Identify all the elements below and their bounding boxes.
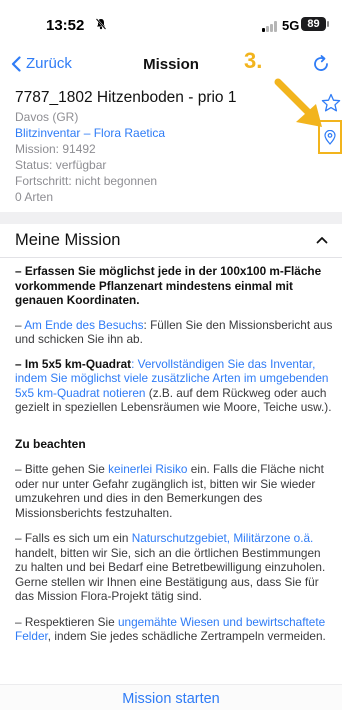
bell-slash-icon <box>95 18 107 33</box>
mission-id: Mission: 91492 <box>15 142 96 156</box>
project-link[interactable]: Blitzinventar – Flora Raetica <box>15 125 305 141</box>
mission-header: 7787_1802 Hitzenboden - prio 1 Davos (GR… <box>15 88 305 205</box>
species-count: 0 Arten <box>15 190 54 204</box>
map-pin-button[interactable] <box>318 120 342 154</box>
risk-link[interactable]: keinerlei Risiko <box>108 462 187 476</box>
status-bar: 13:52 5G 89 <box>0 0 342 46</box>
note-item: – Bitte gehen Sie keinerlei Risiko ein. … <box>15 462 324 520</box>
star-icon[interactable] <box>321 93 341 113</box>
map-pin-icon <box>324 130 336 145</box>
network-type: 5G <box>282 18 300 33</box>
mission-instructions: – Erfassen Sie möglichst jede in der 100… <box>15 264 333 655</box>
section-header-meine-mission[interactable]: Meine Mission <box>0 224 342 258</box>
chevron-up-icon <box>316 237 328 244</box>
signal-icon <box>262 21 278 32</box>
bottom-action-bar: Mission starten <box>0 684 342 710</box>
notes-heading: Zu beachten <box>15 436 86 451</box>
instruction-item: – Am Ende des Besuchs: Füllen Sie den Mi… <box>15 317 333 347</box>
note-item: – Respektieren Sie ungemähte Wiesen und … <box>15 614 326 644</box>
protected-area-link[interactable]: Naturschutzgebiet, Militärzone o.ä. <box>132 531 314 545</box>
mission-title: 7787_1802 Hitzenboden - prio 1 <box>15 89 237 106</box>
start-mission-button[interactable]: Mission starten <box>0 691 342 707</box>
instruction-item: – Erfassen Sie möglichst jede in der 100… <box>15 264 322 307</box>
note-item: – Falls es sich um ein Naturschutzgebiet… <box>15 531 326 603</box>
instruction-item: – Im 5x5 km-Quadrat: Vervollständigen Si… <box>15 356 332 415</box>
section-title: Meine Mission <box>15 231 121 249</box>
status-time: 13:52 <box>46 17 85 34</box>
end-of-visit-link[interactable]: Am Ende des Besuchs <box>24 318 143 332</box>
battery-icon: 89 <box>301 17 326 31</box>
mission-location: Davos (GR) <box>15 110 79 124</box>
mission-progress: Fortschritt: nicht begonnen <box>15 174 158 188</box>
section-divider <box>0 212 342 224</box>
mission-status: Status: verfügbar <box>15 158 107 172</box>
